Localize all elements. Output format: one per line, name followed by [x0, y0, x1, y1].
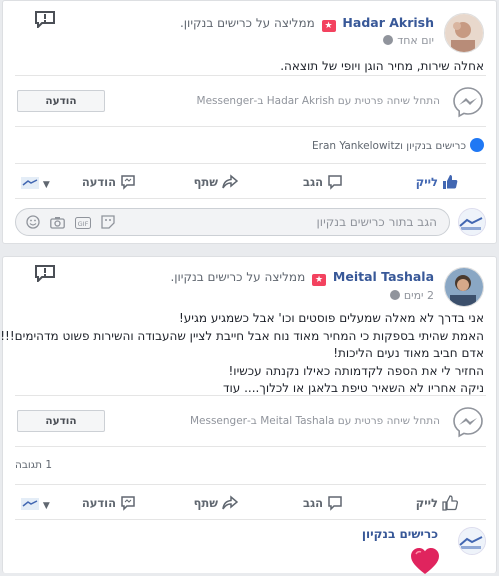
page-avatar-small-icon: [21, 177, 39, 189]
messenger-small-icon: [121, 496, 135, 511]
comment-icon: [328, 496, 342, 511]
svg-text:GIF: GIF: [78, 220, 89, 228]
chevron-down-icon: ▼: [42, 501, 50, 511]
chevron-down-icon: ▼: [42, 180, 50, 190]
reply-author[interactable]: כרישים בנקיון: [362, 527, 438, 541]
post-body: אחלה שירות, מחיר הוגן ויופי של תוצאה.: [280, 59, 484, 73]
comment-tools: GIF: [26, 215, 125, 232]
share-icon: [222, 174, 239, 189]
comment-button[interactable]: הגב: [303, 495, 343, 511]
report-flag-icon[interactable]: [35, 11, 55, 28]
audience-selector[interactable]: ▼: [21, 497, 50, 511]
heart-emoji-icon: [411, 548, 439, 574]
post-header: Hadar Akrish ★ ממליצה על כרישים בנקיון. …: [3, 1, 496, 53]
messenger-box: התחל שיחה פרטית עם Meital Tashala ב-Mess…: [15, 395, 486, 447]
review-post-1: Hadar Akrish ★ ממליצה על כרישים בנקיון. …: [2, 0, 497, 244]
thumbs-up-icon: [443, 175, 458, 189]
author-avatar[interactable]: [444, 267, 484, 307]
post-line: החזיר לי את הספה לקדמותה כאילו נקנתה עכש…: [228, 363, 484, 378]
share-button[interactable]: שתף: [193, 174, 239, 190]
like-button[interactable]: לייק: [416, 495, 458, 511]
post-actions-bar: לייק הגב שתף הודעה ▼: [15, 484, 486, 520]
messenger-small-icon: [121, 175, 135, 190]
comment-composer: הגב בתור כרישים בנקיון GIF: [15, 208, 486, 236]
emoji-icon[interactable]: [26, 215, 40, 232]
recommend-text[interactable]: ממליצה על כרישים בנקיון.: [170, 270, 305, 284]
globe-icon: [389, 290, 400, 300]
message-button[interactable]: הודעה: [82, 174, 136, 190]
comments-count[interactable]: 1 תגובה: [15, 459, 52, 471]
post-line: אני בדרך לא מאלה שמעלים פוסטים וכו' אבל …: [178, 311, 484, 325]
message-label: הודעה: [81, 496, 116, 510]
comment-label: הגב: [302, 496, 323, 510]
send-message-button[interactable]: הודעה: [17, 410, 105, 432]
gif-icon[interactable]: GIF: [75, 217, 91, 232]
like-label: לייק: [415, 496, 438, 510]
messenger-icon: [453, 87, 483, 118]
timestamp[interactable]: יום אחד: [397, 34, 434, 47]
sticker-icon[interactable]: [101, 215, 115, 232]
like-button[interactable]: לייק: [416, 174, 458, 190]
comment-placeholder: הגב בתור כרישים בנקיון: [316, 215, 437, 229]
post-time: יום אחד: [383, 34, 434, 47]
messenger-box: התחל שיחה פרטית עם Hadar Akrish ב-Messen…: [15, 75, 486, 127]
message-button[interactable]: הודעה: [82, 495, 136, 511]
send-message-button[interactable]: הודעה: [17, 90, 105, 112]
author-avatar[interactable]: [444, 13, 484, 53]
messenger-prompt: התחל שיחה פרטית עם Meital Tashala ב-Mess…: [189, 415, 440, 427]
post-header: Meital Tashala ★ ממליצה על כרישים בנקיון…: [3, 257, 496, 307]
comment-input[interactable]: הגב בתור כרישים בנקיון GIF: [15, 208, 450, 236]
share-icon: [222, 495, 239, 510]
messenger-icon: [453, 407, 483, 438]
like-label: לייק: [415, 175, 438, 189]
post-actions-bar: לייק הגב שתף הודעה ▼: [15, 163, 486, 199]
like-reaction-icon: [470, 138, 484, 152]
timestamp[interactable]: 2 ימים: [404, 289, 434, 302]
share-label: שתף: [193, 496, 218, 510]
audience-selector[interactable]: ▼: [21, 176, 50, 190]
post-line: האמת שהיתי בספקות כי המחיר מאוד נוח אבל …: [0, 328, 484, 343]
page-avatar-small-icon: [21, 498, 39, 510]
author-line: Hadar Akrish ★ ממליצה על כרישים בנקיון.: [180, 15, 434, 32]
page-avatar[interactable]: [458, 527, 486, 555]
post-time: 2 ימים: [389, 289, 434, 302]
reactions-summary[interactable]: כרישים בנקיון וEran Yankelowitz: [312, 138, 484, 152]
comment-icon: [328, 175, 342, 190]
report-flag-icon[interactable]: [35, 265, 55, 282]
post-body: אני בדרך לא מאלה שמעלים פוסטים וכו' אבל …: [0, 310, 484, 398]
likers-text[interactable]: כרישים בנקיון וEran Yankelowitz: [312, 140, 466, 152]
author-line: Meital Tashala ★ ממליצה על כרישים בנקיון…: [170, 269, 434, 286]
page-avatar: [458, 208, 486, 236]
globe-icon: [383, 35, 394, 45]
author-name[interactable]: Hadar Akrish: [342, 15, 434, 30]
recommend-icon: ★: [312, 274, 327, 286]
recommend-text[interactable]: ממליצה על כרישים בנקיון.: [180, 16, 315, 30]
thumbs-up-icon: [442, 495, 458, 511]
comment-button[interactable]: הגב: [303, 174, 343, 190]
share-label: שתף: [193, 175, 218, 189]
author-name[interactable]: Meital Tashala: [333, 269, 434, 284]
recommend-icon: ★: [321, 20, 336, 32]
camera-icon[interactable]: [50, 216, 65, 232]
post-line: אדם חביב מאוד נעים הליכות!: [333, 346, 484, 360]
messenger-prompt: התחל שיחה פרטית עם Hadar Akrish ב-Messen…: [196, 95, 440, 107]
share-button[interactable]: שתף: [193, 495, 239, 511]
comment-label: הגב: [302, 175, 323, 189]
message-label: הודעה: [81, 175, 116, 189]
review-post-2: Meital Tashala ★ ממליצה על כרישים בנקיון…: [0, 256, 497, 574]
